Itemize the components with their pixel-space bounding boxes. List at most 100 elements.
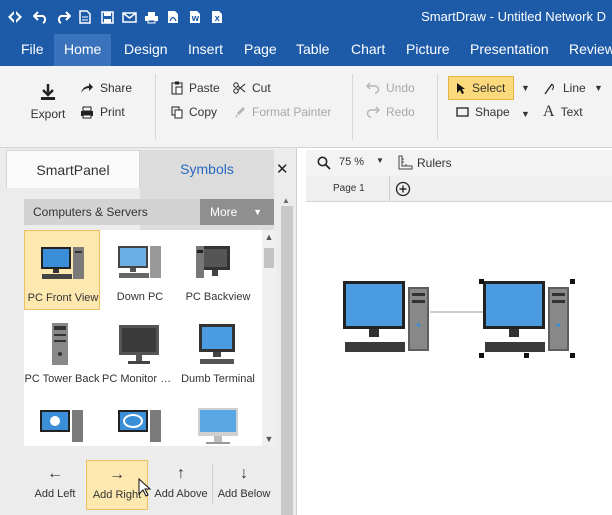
line-button[interactable]: Line [543, 81, 586, 95]
symbol-pc-secure[interactable] [24, 394, 100, 446]
symbol-imac[interactable] [180, 394, 256, 446]
symbol-pc-monitor-back[interactable]: PC Monitor Back [102, 312, 178, 392]
selection-handle[interactable] [570, 353, 575, 358]
panel-scrollbar[interactable]: ▲ [281, 196, 293, 515]
add-shape-bar: ← Add Left → Add Right ↑ Add Above ↓ Add… [0, 454, 280, 515]
print-icon[interactable] [140, 0, 162, 34]
menu-page[interactable]: Page [234, 34, 287, 66]
pc-shared-icon [118, 410, 161, 442]
menu-review[interactable]: Review [559, 34, 612, 66]
menu-table[interactable]: Table [286, 34, 339, 66]
redo-button[interactable]: Redo [366, 105, 415, 119]
export-icon [41, 84, 55, 100]
new-document-icon[interactable] [74, 0, 96, 34]
menu-insert[interactable]: Insert [178, 34, 233, 66]
connector-line[interactable] [306, 202, 612, 515]
imac-icon [198, 408, 238, 444]
add-left-button[interactable]: ← Add Left [24, 460, 86, 510]
tab-smartpanel[interactable]: SmartPanel [6, 150, 140, 188]
export-button[interactable]: Export [24, 82, 72, 121]
scroll-up-icon[interactable]: ▲ [282, 196, 290, 205]
zoom-dropdown-icon[interactable]: ▼ [376, 156, 384, 165]
chevron-down-icon: ▼ [253, 207, 262, 217]
library-header: Computers & Servers More ▼ [24, 199, 274, 225]
menu-chart[interactable]: Chart [341, 34, 395, 66]
zoom-level[interactable]: 75 % [339, 156, 364, 168]
text-button[interactable]: A Text [543, 103, 583, 121]
print-button[interactable]: Print [80, 105, 125, 119]
down-pc-icon [118, 246, 161, 278]
symbol-label: PC Monitor Back [102, 373, 178, 385]
menu-presentation[interactable]: Presentation [460, 34, 559, 66]
paintbrush-icon [235, 106, 245, 118]
copy-button[interactable]: Copy [171, 105, 217, 119]
smart-panel: SmartPanel Symbols ✕ ▲ Computers & Serve… [0, 148, 297, 515]
format-painter-button[interactable]: Format Painter [233, 105, 331, 119]
selection-handle[interactable] [479, 353, 484, 358]
text-tool-icon: A [543, 103, 555, 120]
undo-icon[interactable] [30, 0, 52, 34]
rulers-toggle[interactable]: Rulers [417, 156, 452, 170]
scroll-thumb[interactable] [264, 248, 274, 268]
redo-icon[interactable] [52, 0, 74, 34]
excel-icon[interactable]: X [206, 0, 228, 34]
selection-handle[interactable] [479, 279, 484, 284]
paste-button[interactable]: Paste [171, 81, 220, 95]
more-libraries-button[interactable]: More ▼ [200, 199, 274, 225]
copy-icon [171, 106, 183, 118]
email-icon[interactable] [118, 0, 140, 34]
network-pc-2[interactable] [482, 280, 572, 356]
menu-picture[interactable]: Picture [396, 34, 460, 66]
pdf-icon[interactable] [162, 0, 184, 34]
page-tabs-bar: Page 1 [306, 176, 612, 202]
undo-button[interactable]: Undo [366, 81, 415, 95]
scroll-down-icon[interactable]: ▼ [262, 432, 276, 446]
add-above-button[interactable]: ↑ Add Above [150, 460, 212, 510]
network-pc-1[interactable] [342, 280, 432, 356]
pc-lock-icon [40, 410, 83, 442]
select-dropdown-icon[interactable]: ▼ [521, 83, 530, 93]
add-page-icon[interactable] [395, 181, 411, 197]
svg-text:W: W [192, 15, 200, 23]
add-below-button[interactable]: ↓ Add Below [213, 460, 275, 510]
add-above-label: Add Above [154, 488, 208, 500]
drawing-canvas[interactable] [306, 202, 612, 515]
dumb-terminal-icon [199, 324, 235, 364]
shape-dropdown-icon[interactable]: ▼ [521, 109, 530, 119]
paste-label: Paste [189, 81, 220, 95]
symbol-pc-shared[interactable] [102, 394, 178, 446]
symbol-pc-tower-back[interactable]: PC Tower Back [24, 312, 100, 392]
quick-access-toolbar: W X [0, 0, 228, 34]
symbol-down-pc[interactable]: Down PC [102, 230, 178, 310]
symbol-pc-front-view[interactable]: PC Front View [24, 230, 100, 310]
pc-front-view-icon [41, 247, 84, 279]
menu-file[interactable]: File [11, 34, 54, 66]
selection-handle[interactable] [570, 279, 575, 284]
selection-handle[interactable] [524, 353, 529, 358]
smartdraw-logo-icon[interactable] [0, 0, 30, 34]
share-label: Share [100, 81, 133, 95]
symbol-pc-backview[interactable]: PC Backview [180, 230, 256, 310]
pc-backview-icon [196, 246, 230, 278]
zoom-bar: 75 % ▼ Rulers [306, 150, 612, 176]
close-panel-icon[interactable]: ✕ [276, 160, 289, 178]
scroll-up-icon[interactable]: ▲ [262, 230, 276, 244]
line-dropdown-icon[interactable]: ▼ [594, 83, 603, 93]
menu-design[interactable]: Design [114, 34, 178, 66]
line-label: Line [563, 81, 586, 95]
print-ribbon-icon [81, 106, 93, 118]
cut-button[interactable]: Cut [233, 81, 271, 95]
menu-home[interactable]: Home [54, 34, 112, 66]
symbol-dumb-terminal[interactable]: Dumb Terminal [180, 312, 256, 392]
ribbon-separator [352, 74, 353, 140]
select-button[interactable]: Select [448, 76, 514, 100]
share-button[interactable]: Share [80, 81, 132, 95]
pc-tower-back-icon [52, 323, 68, 365]
shape-button[interactable]: Shape [456, 105, 510, 119]
symbol-grid-scrollbar[interactable]: ▲ ▼ [262, 230, 276, 446]
save-icon[interactable] [96, 0, 118, 34]
mouse-cursor-icon [138, 478, 152, 497]
magnifier-icon[interactable] [317, 156, 331, 170]
page-tab-1[interactable]: Page 1 [318, 176, 390, 202]
word-icon[interactable]: W [184, 0, 206, 34]
